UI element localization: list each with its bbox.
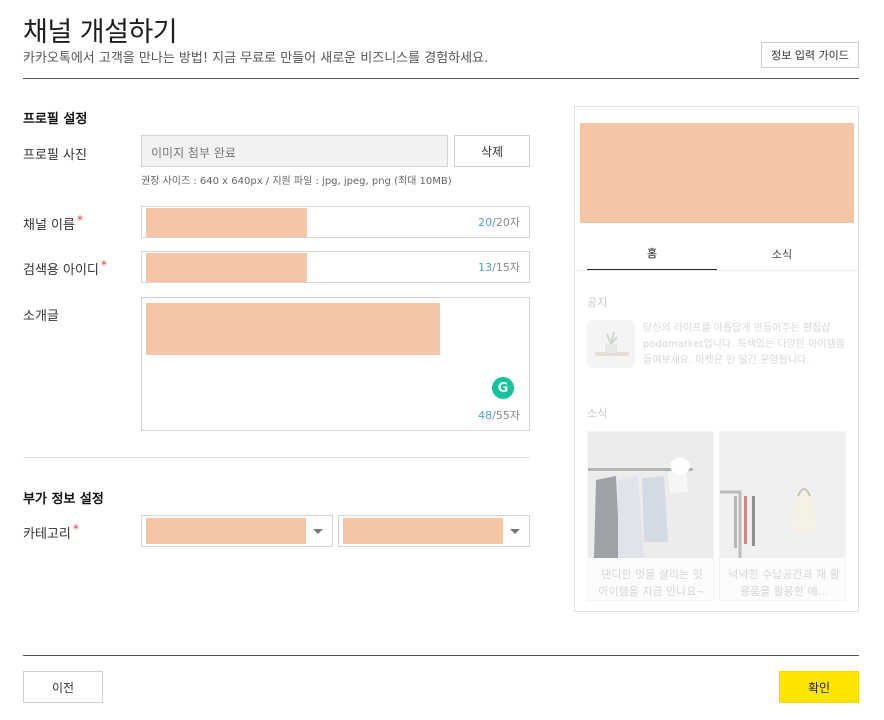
redacted-value (146, 253, 307, 282)
prev-button[interactable]: 이전 (23, 671, 103, 703)
required-mark: * (72, 522, 79, 536)
info-guide-button[interactable]: 정보 입력 가이드 (761, 42, 859, 68)
grammarly-icon[interactable]: G (492, 377, 514, 399)
preview-news-card[interactable]: 댄디한 멋을 살리는 잇 아이템을 지금 만나요~ (587, 431, 714, 601)
channel-name-counter: 20/20자 (478, 214, 520, 230)
preview-tab-home[interactable]: 홈 (587, 237, 717, 271)
page-title: 채널 개설하기 (23, 17, 178, 48)
redacted-value (343, 518, 503, 544)
header-divider (23, 78, 859, 79)
preview-news-card[interactable]: 넉넉한 수납공간과 재 활용품을 활용한 예... (719, 431, 846, 601)
preview-tab-news[interactable]: 소식 (717, 237, 847, 271)
channel-preview: 홈 소식 공지 당신의 라이프를 아름답게 만들어주는 편집샵 podomark… (574, 106, 859, 612)
chevron-down-icon (510, 529, 520, 534)
channel-name-label-text: 채널 이름 (23, 218, 75, 233)
search-id-input[interactable]: 13/15자 (141, 251, 530, 283)
category-label-text: 카테고리 (23, 527, 71, 542)
search-id-counter: 13/15자 (478, 259, 520, 275)
notice-thumbnail (587, 320, 635, 368)
plant-icon (587, 320, 635, 368)
redacted-value (146, 303, 440, 355)
delete-photo-button[interactable]: 삭제 (454, 135, 530, 167)
redacted-cover (580, 123, 854, 223)
intro-max: /55자 (492, 409, 520, 422)
intro-label: 소개글 (23, 309, 59, 324)
redacted-value (146, 208, 307, 237)
profile-photo-label: 프로필 사진 (23, 148, 87, 163)
extra-section-title: 부가 정보 설정 (23, 492, 104, 507)
photo-hint: 권장 사이즈 : 640 x 640px / 지원 파일 : jpg, jpeg… (141, 176, 452, 187)
category-select-secondary[interactable] (338, 515, 530, 547)
channel-name-input[interactable]: 20/20자 (141, 206, 530, 238)
profile-photo-field[interactable]: 이미지 첨부 완료 (141, 135, 448, 167)
footer-divider (23, 655, 859, 656)
clothes-rack-image (588, 432, 713, 558)
search-id-label-text: 검색용 아이디 (23, 263, 99, 278)
category-select-primary[interactable] (141, 515, 333, 547)
page-subtitle: 카카오톡에서 고객을 만나는 방법! 지금 무료로 만들어 새로운 비즈니스를 … (23, 51, 489, 66)
channel-name-max: /20자 (492, 216, 520, 229)
redacted-value (146, 518, 306, 544)
chevron-down-icon (313, 529, 323, 534)
preview-notice-heading: 공지 (587, 296, 608, 309)
preview-news-heading: 소식 (587, 407, 608, 420)
required-mark: * (100, 258, 107, 272)
preview-notice-text: 당신의 라이프를 아름답게 만들어주는 편집샵 podomarket입니다. 특… (643, 323, 845, 366)
channel-name-count: 20 (478, 216, 493, 229)
profile-section-title: 프로필 설정 (23, 112, 88, 127)
profile-photo-status: 이미지 첨부 완료 (151, 146, 236, 160)
search-id-label: 검색용 아이디 * (23, 258, 107, 278)
preview-news-card-text: 댄디한 멋을 살리는 잇 아이템을 지금 만나요~ (598, 568, 706, 598)
required-mark: * (76, 213, 83, 227)
preview-tabs: 홈 소식 (587, 237, 847, 271)
preview-news-card-text: 넉넉한 수납공간과 재 활용품을 활용한 예... (728, 568, 840, 598)
section-divider (23, 457, 530, 458)
bag-on-rack-image (720, 432, 845, 558)
search-id-max: /15자 (492, 261, 520, 274)
preview-divider (575, 270, 858, 271)
intro-counter: 48/55자 (478, 407, 520, 423)
category-label: 카테고리 * (23, 522, 79, 542)
channel-name-label: 채널 이름 * (23, 213, 83, 233)
intro-count: 48 (478, 409, 493, 422)
confirm-button[interactable]: 확인 (779, 671, 859, 703)
search-id-count: 13 (478, 261, 493, 274)
intro-textarea[interactable]: G 48/55자 (141, 297, 530, 431)
